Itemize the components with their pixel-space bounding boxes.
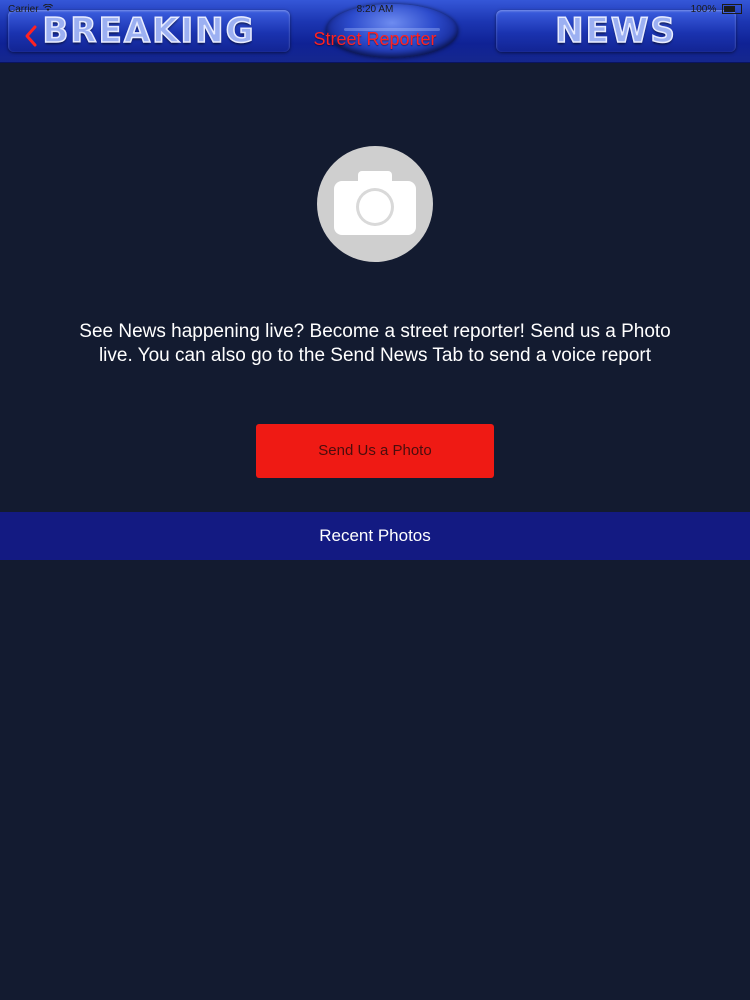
recent-photos-list [0,560,750,1000]
recent-photos-header: Recent Photos [0,512,750,560]
nav-title: Street Reporter [313,29,437,49]
status-bar: Carrier 8:20 AM 100% [0,0,750,20]
send-photo-button[interactable]: Send Us a Photo [256,424,494,478]
status-time: 8:20 AM [356,4,394,15]
camera-button[interactable] [317,146,433,262]
camera-icon [334,171,416,235]
instructions-text: See News happening live? Become a street… [79,321,671,366]
battery-percent: 100% [690,4,717,15]
status-battery: 100% [691,4,742,15]
battery-icon [722,4,742,15]
